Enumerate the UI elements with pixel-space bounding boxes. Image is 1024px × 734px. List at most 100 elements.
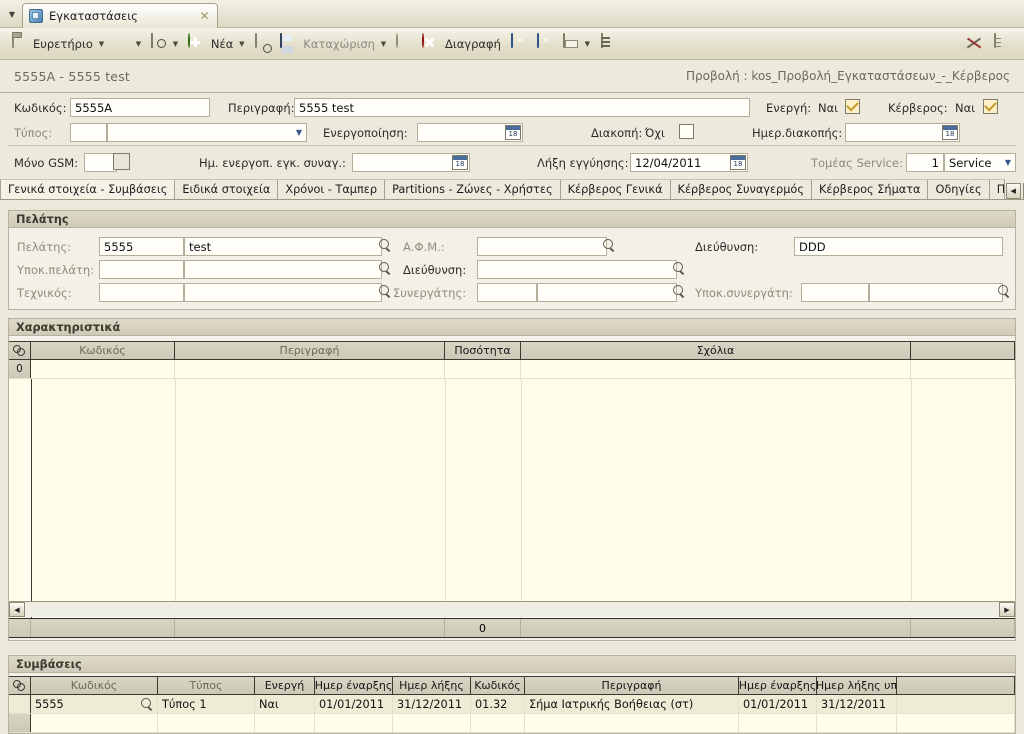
table-row[interactable]: 5555 Τύπος 1 Ναι 01/01/2011 31/12/2011 0… [9, 695, 1015, 714]
toolbar-button-nav-back[interactable] [507, 31, 533, 57]
search-icon[interactable] [378, 262, 391, 275]
toolbar-button-tools[interactable] [962, 31, 988, 57]
cell-perigrafi[interactable]: Σήμα Ιατρικής Βοήθειας (στ) [525, 695, 739, 713]
characteristics-grid-empty-body[interactable] [9, 379, 1015, 618]
search-icon[interactable] [672, 262, 685, 275]
col-header-perigrafi[interactable]: Περιγραφή [175, 342, 445, 359]
cell-typos[interactable]: Τύπος 1 [158, 695, 255, 713]
search-icon[interactable] [140, 697, 153, 711]
search-icon[interactable] [378, 239, 391, 252]
col-header-typos[interactable]: Τύπος [158, 677, 255, 694]
toolbar-button-search[interactable]: ▼ [147, 31, 184, 57]
close-icon[interactable]: ✕ [198, 10, 211, 23]
energi-checkbox[interactable] [845, 99, 860, 114]
col-header-kodikos[interactable]: Κωδικός [31, 677, 158, 694]
col-header-extra[interactable] [897, 677, 1015, 694]
scroll-right-icon[interactable]: ▶ [999, 602, 1015, 617]
kerveros-checkbox[interactable] [983, 99, 998, 114]
col-header-extra[interactable] [911, 342, 1015, 359]
diefthinsi-right-input[interactable]: DDD [794, 237, 1003, 256]
synergatis-name-input[interactable] [537, 283, 677, 302]
chevron-down-icon[interactable]: ▼ [133, 40, 144, 48]
cell-perigrafi[interactable] [525, 714, 739, 732]
cell-extra[interactable] [911, 360, 1015, 378]
search-icon[interactable] [672, 285, 685, 298]
toolbar-button-copy[interactable] [250, 31, 276, 57]
technikos-name-input[interactable] [184, 283, 382, 302]
afm-input[interactable] [477, 237, 607, 256]
search-icon[interactable] [602, 239, 615, 252]
imer-diakopis-input[interactable] [845, 123, 960, 142]
tab-odigies[interactable]: Οδηγίες [927, 179, 990, 199]
chevron-down-icon[interactable]: ▼ [292, 124, 306, 141]
cell-imer-enarksis[interactable] [315, 714, 393, 732]
search-icon[interactable] [378, 285, 391, 298]
liksi-eggiisis-input[interactable]: 12/04/2011 [630, 153, 748, 172]
technikos-code-input[interactable] [99, 283, 184, 302]
chevron-down-icon[interactable]: ▼ [236, 40, 247, 48]
cell-imer-enarksis2[interactable] [739, 714, 817, 732]
cell-kodikos[interactable] [31, 360, 175, 378]
tab-kerveros-genika[interactable]: Κέρβερος Γενικά [559, 179, 671, 199]
diakopi-checkbox[interactable] [679, 124, 694, 139]
tabs-scroll-left-icon[interactable]: ◀ [1005, 182, 1021, 199]
cell-imer-liksis-yp[interactable] [817, 714, 897, 732]
grid-select-all-header[interactable] [9, 342, 31, 359]
ypok-synergati-code-input[interactable] [801, 283, 869, 302]
calendar-icon[interactable] [505, 125, 521, 140]
row-number[interactable] [9, 714, 31, 732]
col-header-imer-enarksis2[interactable]: Ημερ έναρξης [739, 677, 817, 694]
mono-gsm-checkbox[interactable] [113, 153, 130, 170]
tab-paratiriseis[interactable]: Παρατηρήσ [988, 179, 1005, 199]
pelatis-name-input[interactable]: test [184, 237, 382, 256]
cell-kodikos[interactable]: 5555 [31, 695, 158, 713]
chevron-down-icon[interactable]: ▼ [96, 40, 107, 48]
cell-energi[interactable]: Ναι [255, 695, 315, 713]
scroll-track[interactable] [25, 602, 999, 617]
row-number[interactable]: 0 [9, 360, 31, 378]
toolbar-button-nea[interactable]: Νέα ▼ [184, 31, 250, 57]
chevron-down-icon[interactable]: ▼ [378, 40, 389, 48]
characteristics-grid[interactable]: Κωδικός Περιγραφή Ποσότητα Σχόλια 0 [9, 341, 1015, 618]
toolbar-button-favorites[interactable]: ▼ [110, 31, 147, 57]
cell-imer-liksis[interactable] [393, 714, 471, 732]
col-header-energi[interactable]: Ενεργή [255, 677, 315, 694]
calendar-icon[interactable] [452, 155, 468, 170]
table-row[interactable]: 0 [9, 360, 1015, 379]
calendar-icon[interactable] [730, 155, 746, 170]
energopoiisi-input[interactable] [417, 123, 523, 142]
col-header-imer-liksis[interactable]: Ημερ λήξης [393, 677, 471, 694]
toolbar-button-nav-forward[interactable] [533, 31, 559, 57]
tab-geniká-stoicheia-symvaseis[interactable]: Γενικά στοιχεία - Συμβάσεις [0, 179, 176, 199]
tab-chronoi-tamper[interactable]: Χρόνοι - Ταμπερ [277, 179, 386, 199]
search-icon[interactable] [997, 285, 1010, 298]
scroll-left-icon[interactable]: ◀ [9, 602, 25, 617]
chevron-down-icon[interactable]: ▼ [1001, 154, 1015, 171]
cell-imer-enarksis[interactable]: 01/01/2011 [315, 695, 393, 713]
ypok-pelati-name-input[interactable] [184, 260, 382, 279]
row-number[interactable] [9, 695, 31, 713]
cell-energi[interactable] [255, 714, 315, 732]
cell-typos[interactable] [158, 714, 255, 732]
tabstrip-dropdown-icon[interactable]: ▼ [4, 5, 20, 23]
cell-extra[interactable] [897, 714, 1015, 732]
cell-kodikos[interactable] [31, 714, 158, 732]
cell-perigrafi[interactable] [175, 360, 445, 378]
toolbar-button-katachorisi[interactable]: Καταχώριση ▼ [276, 31, 392, 57]
cell-posotita[interactable] [445, 360, 521, 378]
table-row[interactable] [9, 714, 1015, 733]
cell-extra[interactable] [897, 695, 1015, 713]
ypok-synergati-name-input[interactable] [869, 283, 1003, 302]
tab-partitions-zones-christes[interactable]: Partitions - Ζώνες - Χρήστες [384, 179, 561, 199]
chevron-down-icon[interactable]: ▼ [582, 40, 593, 48]
col-header-kodikos[interactable]: Κωδικός [31, 342, 175, 359]
toolbar-button-print[interactable]: ▼ [559, 31, 596, 57]
window-tab-egkatastaseis[interactable]: Εγκαταστάσεις ✕ [22, 3, 218, 28]
im-energop-input[interactable] [352, 153, 470, 172]
col-header-kodikos2[interactable]: Κωδικός [471, 677, 525, 694]
chevron-down-icon[interactable]: ▼ [170, 40, 181, 48]
col-header-perigrafi[interactable]: Περιγραφή [525, 677, 739, 694]
col-header-imer-liksis-yp[interactable]: Ημερ λήξης υπ [817, 677, 897, 694]
kodikos-input[interactable]: 5555A [70, 98, 210, 117]
cell-imer-liksis-yp[interactable]: 31/12/2011 [817, 695, 897, 713]
